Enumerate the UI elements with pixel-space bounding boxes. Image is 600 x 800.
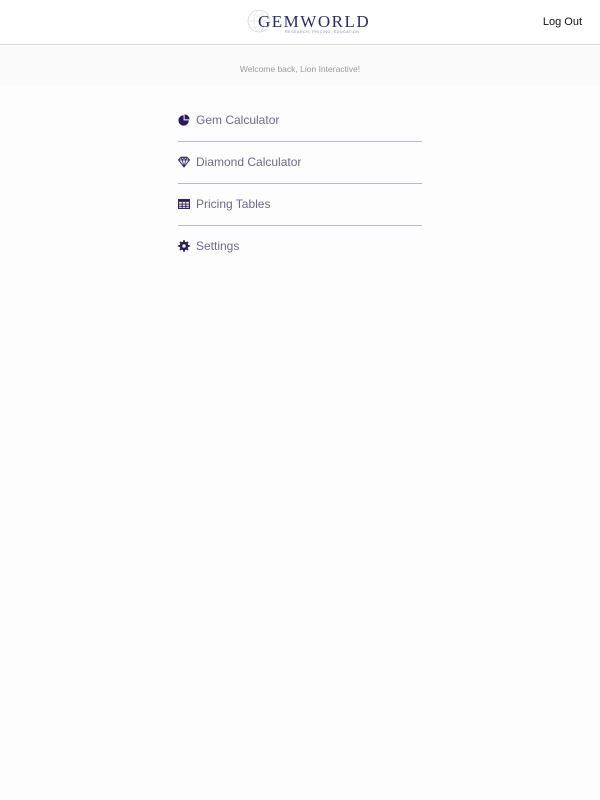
gemworld-logo[interactable]: GEMWORLD RESEARCH, PRICING, EDUCATION	[247, 9, 369, 37]
menu-item-label: Diamond Calculator	[196, 155, 302, 169]
pie-chart-icon	[178, 114, 190, 126]
menu-item-settings[interactable]: Settings	[178, 226, 422, 267]
table-icon	[178, 199, 190, 209]
logo-tagline: RESEARCH, PRICING, EDUCATION	[285, 30, 360, 34]
log-out-button[interactable]: Log Out	[543, 16, 582, 29]
menu-item-pricing-tables[interactable]: Pricing Tables	[178, 184, 422, 226]
welcome-message: Welcome back, Lion Interactive!	[239, 64, 361, 74]
menu-item-label: Gem Calculator	[196, 113, 280, 127]
diamond-icon	[178, 156, 190, 168]
menu-item-gem-calculator[interactable]: Gem Calculator	[178, 100, 422, 142]
logo-wordmark: GEMWORLD	[258, 12, 371, 31]
menu-item-label: Settings	[196, 239, 240, 253]
gear-icon	[178, 240, 190, 252]
top-bar: GEMWORLD RESEARCH, PRICING, EDUCATION Lo…	[0, 0, 600, 45]
menu-item-diamond-calculator[interactable]: Diamond Calculator	[178, 142, 422, 184]
main-menu: Gem Calculator Diamond Calculator Pricin…	[178, 100, 422, 267]
menu-item-label: Pricing Tables	[196, 197, 271, 211]
